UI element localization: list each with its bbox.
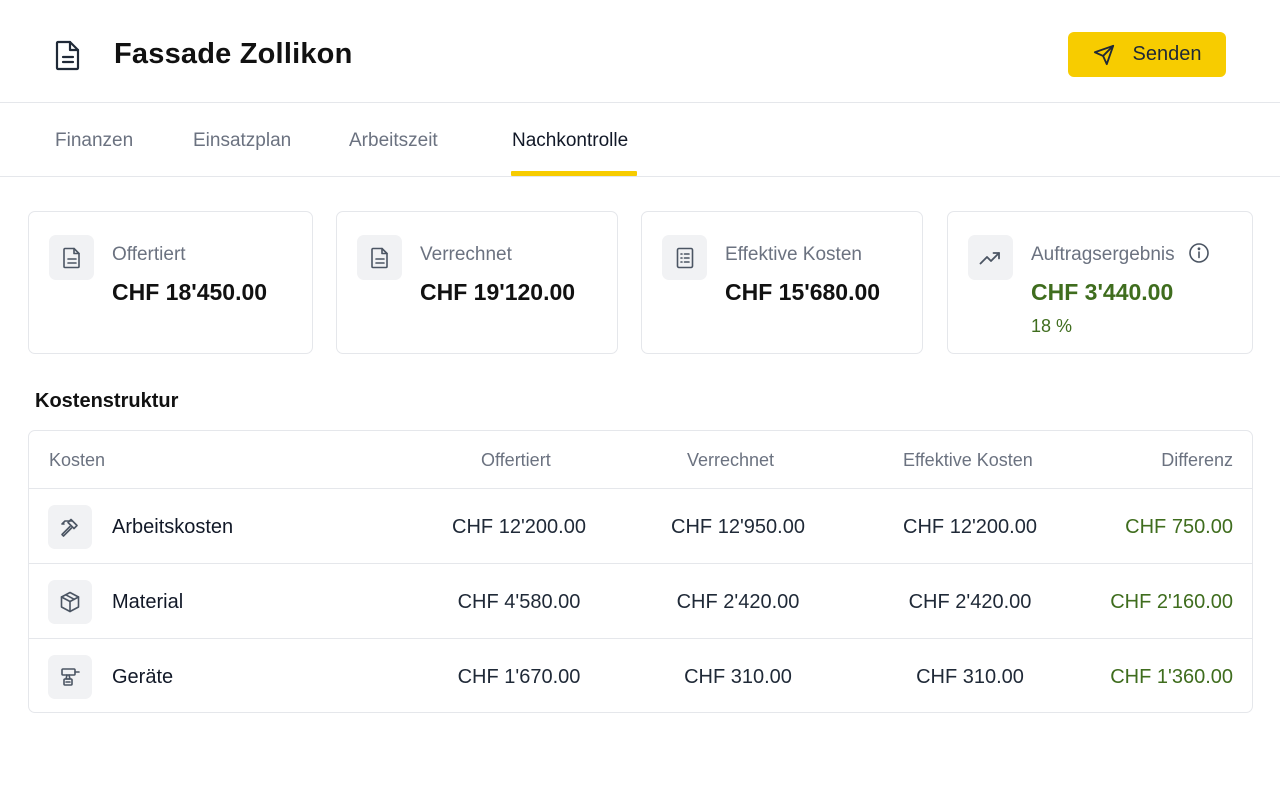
table-row: Arbeitskosten CHF 12'200.00 CHF 12'950.0…	[29, 489, 1252, 564]
card-percent: 18 %	[1031, 316, 1073, 336]
card-value: CHF 19'120.00	[420, 279, 576, 305]
row-name: Geräte	[112, 666, 174, 688]
tab-nachkontrolle[interactable]: Nachkontrolle	[512, 130, 628, 152]
card-value: CHF 3'440.00	[1031, 279, 1174, 305]
tab-finanzen[interactable]: Finanzen	[55, 130, 133, 152]
column-header: Differenz	[1161, 450, 1233, 470]
document-icon	[357, 235, 402, 280]
cell-verrechnet: CHF 12'950.00	[671, 516, 805, 538]
tab-bar: Finanzen Einsatzplan Arbeitszeit Nachkon…	[0, 103, 1280, 177]
tab-arbeitszeit[interactable]: Arbeitszeit	[349, 130, 438, 152]
send-button[interactable]: Senden	[1068, 32, 1226, 77]
card-label: Effektive Kosten	[725, 244, 862, 265]
app-header: Fassade Zollikon Senden	[0, 0, 1280, 103]
send-icon	[1093, 44, 1115, 66]
drill-icon	[48, 655, 92, 699]
row-name: Material	[112, 591, 184, 613]
cell-offertiert: CHF 12'200.00	[452, 516, 586, 538]
cell-verrechnet: CHF 310.00	[684, 666, 792, 688]
cell-effektiv: CHF 12'200.00	[903, 516, 1037, 538]
section-title: Kostenstruktur	[35, 390, 179, 412]
trending-up-icon	[968, 235, 1013, 280]
checklist-icon	[662, 235, 707, 280]
cell-offertiert: CHF 4'580.00	[457, 591, 581, 613]
column-header: Effektive Kosten	[903, 450, 1033, 470]
cell-effektiv: CHF 2'420.00	[908, 591, 1032, 613]
card-label: Verrechnet	[420, 244, 512, 265]
card-verrechnet: Verrechnet CHF 19'120.00	[336, 211, 618, 354]
box-icon	[48, 580, 92, 624]
card-value: CHF 15'680.00	[725, 279, 881, 305]
info-icon[interactable]	[1188, 242, 1210, 269]
column-header: Kosten	[49, 450, 106, 470]
table-row: Geräte CHF 1'670.00 CHF 310.00 CHF 310.0…	[29, 639, 1252, 712]
card-offertiert: Offertiert CHF 18'450.00	[28, 211, 313, 354]
card-label: Auftragsergebnis	[1031, 244, 1175, 265]
page-title: Fassade Zollikon	[114, 38, 353, 70]
cell-offertiert: CHF 1'670.00	[457, 666, 581, 688]
column-header: Offertiert	[481, 450, 551, 470]
card-value: CHF 18'450.00	[112, 279, 268, 305]
row-name: Arbeitskosten	[112, 516, 234, 538]
document-icon	[49, 235, 94, 280]
cell-verrechnet: CHF 2'420.00	[676, 591, 800, 613]
table-row: Material CHF 4'580.00 CHF 2'420.00 CHF 2…	[29, 564, 1252, 639]
document-icon	[52, 37, 84, 73]
cost-table: Kosten Offertiert Verrechnet Effektive K…	[28, 430, 1253, 713]
card-effektive-kosten: Effektive Kosten CHF 15'680.00	[641, 211, 923, 354]
tab-einsatzplan[interactable]: Einsatzplan	[193, 130, 291, 152]
card-label: Offertiert	[112, 244, 186, 265]
cell-effektiv: CHF 310.00	[916, 666, 1024, 688]
column-header: Verrechnet	[687, 450, 775, 470]
cell-differenz: CHF 1'360.00	[1110, 666, 1233, 688]
send-button-label: Senden	[1132, 43, 1202, 65]
active-tab-indicator	[511, 171, 637, 176]
cell-differenz: CHF 750.00	[1125, 516, 1233, 538]
hammer-icon	[48, 505, 92, 549]
table-header: Kosten Offertiert Verrechnet Effektive K…	[29, 431, 1252, 489]
cell-differenz: CHF 2'160.00	[1110, 591, 1233, 613]
card-auftragsergebnis: Auftragsergebnis CHF 3'440.00 18 %	[947, 211, 1253, 354]
